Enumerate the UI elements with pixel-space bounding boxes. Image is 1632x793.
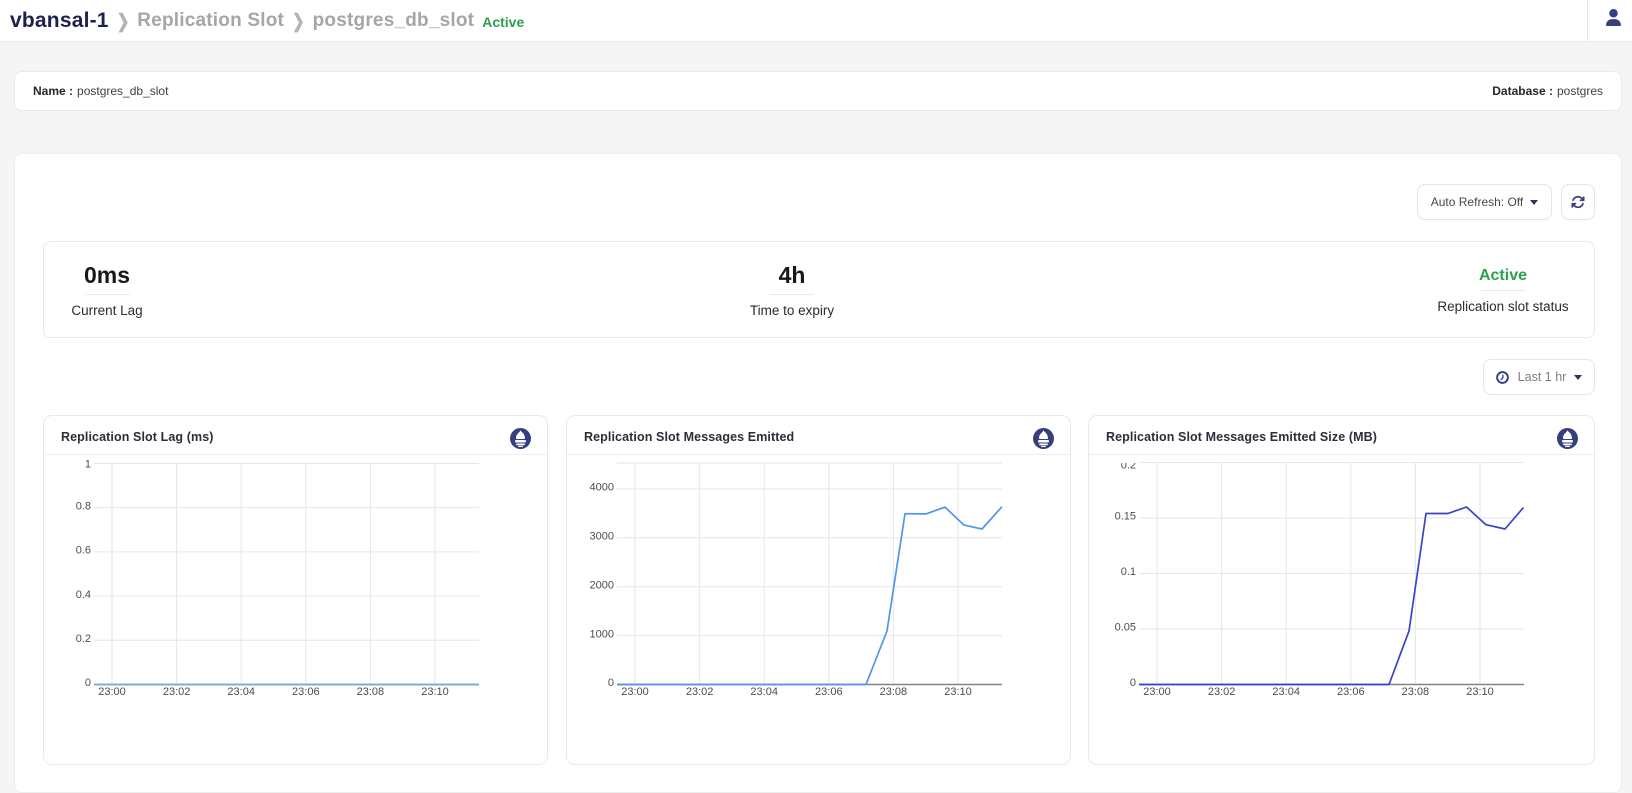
svg-text:23:04: 23:04 — [750, 686, 778, 698]
svg-text:3000: 3000 — [590, 531, 614, 543]
svg-text:23:06: 23:06 — [292, 686, 320, 698]
svg-text:0.8: 0.8 — [76, 500, 91, 512]
svg-text:0: 0 — [1130, 677, 1136, 689]
svg-text:23:06: 23:06 — [1337, 686, 1365, 698]
svg-text:0.15: 0.15 — [1115, 511, 1136, 523]
svg-text:23:00: 23:00 — [621, 686, 649, 698]
svg-text:23:02: 23:02 — [686, 686, 714, 698]
svg-text:0: 0 — [85, 677, 91, 689]
svg-text:2000: 2000 — [590, 579, 614, 591]
svg-text:1: 1 — [85, 459, 91, 471]
svg-text:0.2: 0.2 — [76, 633, 91, 645]
svg-text:23:02: 23:02 — [1208, 686, 1236, 698]
svg-text:23:04: 23:04 — [227, 686, 255, 698]
svg-text:0.2: 0.2 — [1121, 460, 1136, 472]
svg-text:4000: 4000 — [590, 482, 614, 494]
svg-text:23:10: 23:10 — [1466, 686, 1494, 698]
svg-text:23:00: 23:00 — [98, 686, 126, 698]
svg-text:0.1: 0.1 — [1121, 566, 1136, 578]
svg-text:0.4: 0.4 — [76, 589, 91, 601]
svg-text:23:04: 23:04 — [1272, 686, 1300, 698]
svg-text:23:10: 23:10 — [944, 686, 972, 698]
svg-text:23:08: 23:08 — [880, 686, 908, 698]
svg-text:23:02: 23:02 — [163, 686, 191, 698]
svg-text:23:06: 23:06 — [815, 686, 843, 698]
svg-text:0.05: 0.05 — [1115, 622, 1136, 634]
svg-text:0.6: 0.6 — [76, 545, 91, 557]
svg-text:1000: 1000 — [590, 628, 614, 640]
svg-text:23:08: 23:08 — [357, 686, 385, 698]
svg-text:0: 0 — [608, 677, 614, 689]
svg-text:23:00: 23:00 — [1143, 686, 1171, 698]
svg-text:23:08: 23:08 — [1402, 686, 1430, 698]
svg-text:23:10: 23:10 — [421, 686, 449, 698]
